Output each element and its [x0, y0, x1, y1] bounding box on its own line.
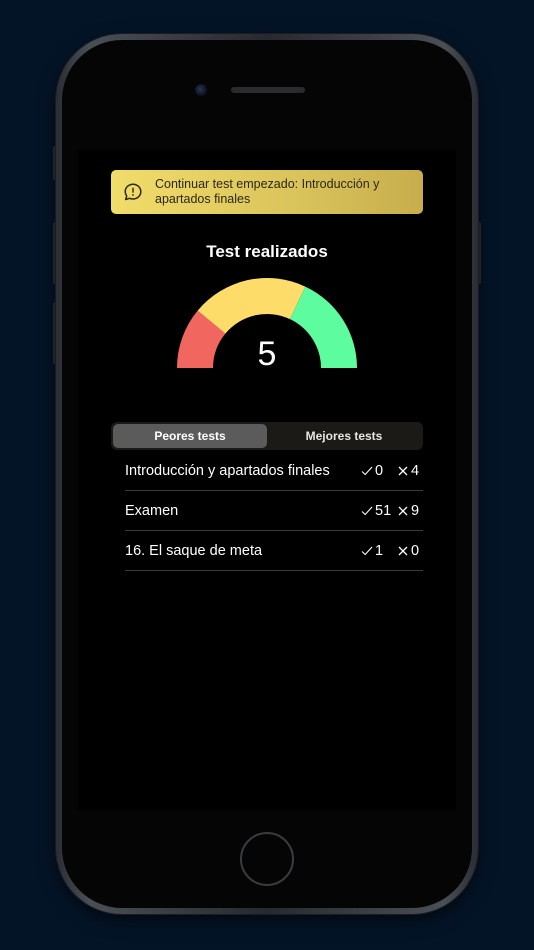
correct-count: 51	[361, 503, 397, 519]
wrong-value: 9	[411, 502, 420, 519]
check-icon	[361, 466, 373, 475]
correct-value: 51	[375, 502, 392, 519]
wrong-value: 4	[411, 462, 420, 479]
chat-info-icon	[124, 183, 142, 201]
banner-text: Continuar test empezado: Introducción y …	[155, 177, 380, 206]
wrong-count: 9	[397, 503, 423, 519]
correct-count: 1	[361, 543, 397, 559]
front-camera	[195, 84, 207, 96]
earpiece-speaker	[231, 87, 305, 93]
list-item[interactable]: Examen 51 9	[125, 491, 423, 531]
check-icon	[361, 506, 373, 515]
test-name: Examen	[125, 502, 179, 519]
tests-list: Introducción y apartados finales 0 4 Exa…	[125, 451, 423, 571]
continue-test-banner[interactable]: Continuar test empezado: Introducción y …	[111, 170, 423, 214]
correct-count: 0	[361, 463, 397, 479]
wrong-value: 0	[411, 542, 420, 559]
section-title: Test realizados	[206, 242, 328, 261]
test-name: 16. El saque de meta	[125, 542, 263, 559]
list-item[interactable]: 16. El saque de meta 1 0	[125, 531, 423, 571]
correct-value: 1	[375, 542, 384, 559]
tab-best-tests[interactable]: Mejores tests	[267, 424, 421, 448]
check-icon	[361, 546, 373, 555]
wrong-count: 4	[397, 463, 423, 479]
cross-icon	[398, 506, 408, 515]
gauge-value: 5	[257, 335, 277, 373]
correct-value: 0	[375, 462, 384, 479]
wrong-count: 0	[397, 543, 423, 559]
list-item[interactable]: Introducción y apartados finales 0 4	[125, 451, 423, 491]
test-name: Introducción y apartados finales	[125, 462, 330, 479]
tests-segmented-control: Peores tests Mejores tests	[111, 422, 423, 450]
cross-icon	[398, 466, 408, 475]
home-button[interactable]	[240, 832, 294, 886]
phone-mockup: Continuar test empezado: Introducción y …	[0, 0, 534, 950]
cross-icon	[398, 546, 408, 555]
tab-worst-tests[interactable]: Peores tests	[113, 424, 267, 448]
